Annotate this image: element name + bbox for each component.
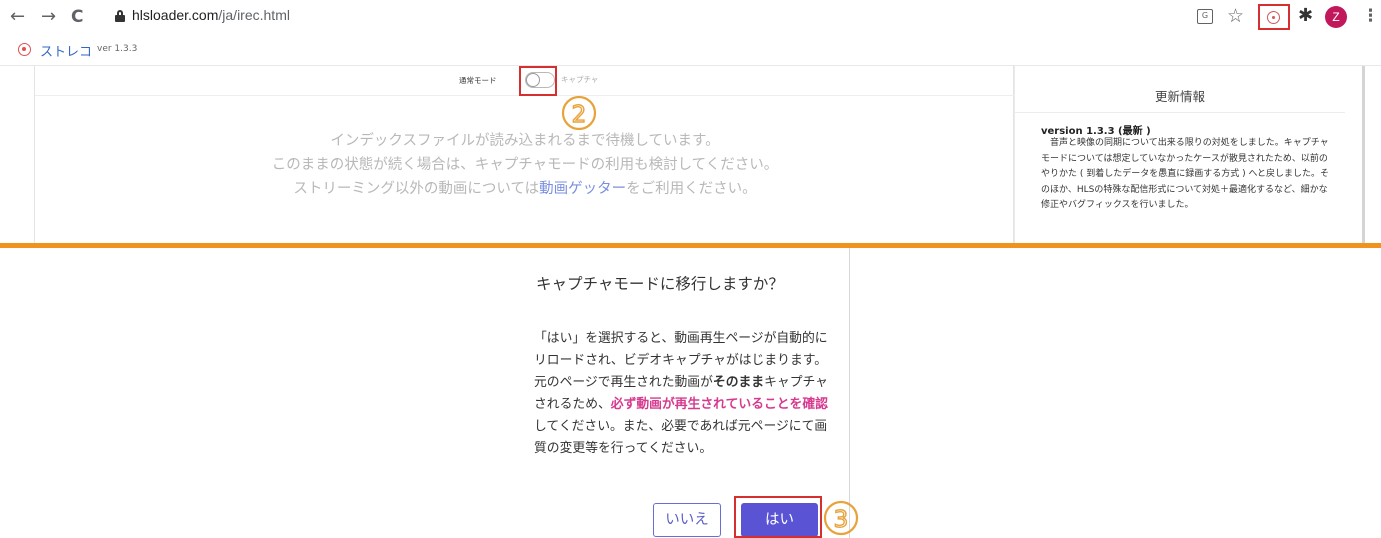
profile-avatar[interactable]: Z	[1325, 6, 1347, 28]
browser-toolbar: ← → C hlsloader.com/ja/irec.html G ☆ ✱ Z…	[0, 0, 1381, 34]
dialog-body-emphasis: 必ず動画が再生されていることを確認	[610, 397, 828, 412]
svg-text:3: 3	[834, 507, 849, 533]
dialog-body-bold: そのまま	[712, 375, 765, 390]
waiting-line-1: インデックスファイルが読み込まれるまで待機しています。	[330, 133, 720, 149]
version-notes: 音声と映像の同期について出来る限りの対処をしました。キャプチャモードについては想…	[1041, 138, 1330, 210]
browser-window: ← → C hlsloader.com/ja/irec.html G ☆ ✱ Z…	[0, 0, 1381, 243]
svg-text:2: 2	[572, 102, 587, 128]
normal-mode-label: 通常モード	[459, 76, 497, 85]
dialog-body: 「はい」を選択すると、動画再生ページが自動的にリロードされ、ビデオキャプチャがは…	[534, 328, 834, 460]
update-info-sidebar: 更新情報 version 1.3.3 (最新 ) 音声と映像の同期について出来る…	[1014, 66, 1345, 243]
waiting-messages: インデックスファイルが読み込まれるまで待機しています。 このままの状態が続く場合…	[35, 129, 1015, 201]
highlight-box-yes	[734, 496, 822, 538]
url-text[interactable]: hlsloader.com/ja/irec.html	[132, 7, 290, 23]
video-getter-link[interactable]: 動画ゲッター	[539, 181, 626, 197]
reload-icon[interactable]: C	[71, 6, 83, 28]
dialog-edge-line	[849, 248, 850, 538]
waiting-line-3-post: をご利用ください。	[626, 181, 757, 197]
waiting-line-3: ストリーミング以外の動画については動画ゲッターをご利用ください。	[35, 177, 1015, 201]
url-domain: hlsloader.com	[132, 7, 219, 23]
extensions-puzzle-icon[interactable]: ✱	[1298, 5, 1313, 27]
capture-mode-dialog: キャプチャモードに移行しますか？ 「はい」を選択すると、動画再生ページが自動的に…	[0, 248, 1381, 538]
mode-switch-row: 通常モード キャプチャ	[35, 66, 1015, 96]
highlight-box-extension	[1258, 4, 1290, 30]
sidebar-title: 更新情報	[1154, 89, 1205, 104]
dialog-title: キャプチャモードに移行しますか？	[536, 275, 784, 293]
dialog-body-part-3: してください。また、必要であれば元ページにて画質の変更等を行ってください。	[534, 419, 828, 456]
highlight-box-toggle	[519, 66, 557, 96]
capture-mode-label: キャプチャ	[561, 75, 599, 84]
app-header: ストレコ ver 1.3.3	[0, 34, 1381, 66]
lock-icon[interactable]	[115, 10, 125, 22]
back-arrow-icon[interactable]: ←	[10, 6, 25, 28]
callout-number-3: 3	[823, 500, 859, 536]
translate-icon[interactable]: G	[1197, 9, 1213, 24]
waiting-line-3-pre: ストリーミング以外の動画については	[293, 181, 540, 197]
page-scrollbar[interactable]	[1362, 66, 1365, 243]
no-button[interactable]: いいえ	[653, 503, 721, 537]
version-heading: version 1.3.3 (最新 )	[1041, 126, 1151, 137]
forward-arrow-icon[interactable]: →	[41, 6, 56, 28]
app-name[interactable]: ストレコ	[40, 41, 92, 60]
app-version: ver 1.3.3	[97, 44, 138, 54]
main-content: 通常モード キャプチャ 2 インデックスファイルが読み込まれるまで待機しています…	[34, 66, 1015, 243]
sidebar-divider	[1015, 112, 1345, 113]
callout-number-2: 2	[561, 95, 597, 131]
bookmark-star-icon[interactable]: ☆	[1227, 5, 1244, 27]
address-bar[interactable]: hlsloader.com/ja/irec.html	[100, 3, 1220, 31]
waiting-line-2: このままの状態が続く場合は、キャプチャモードの利用も検討してください。	[271, 157, 779, 173]
menu-kebab-icon[interactable]: ⋮	[1362, 5, 1379, 27]
stoleco-logo-icon	[18, 43, 31, 56]
url-path: /ja/irec.html	[218, 7, 290, 23]
